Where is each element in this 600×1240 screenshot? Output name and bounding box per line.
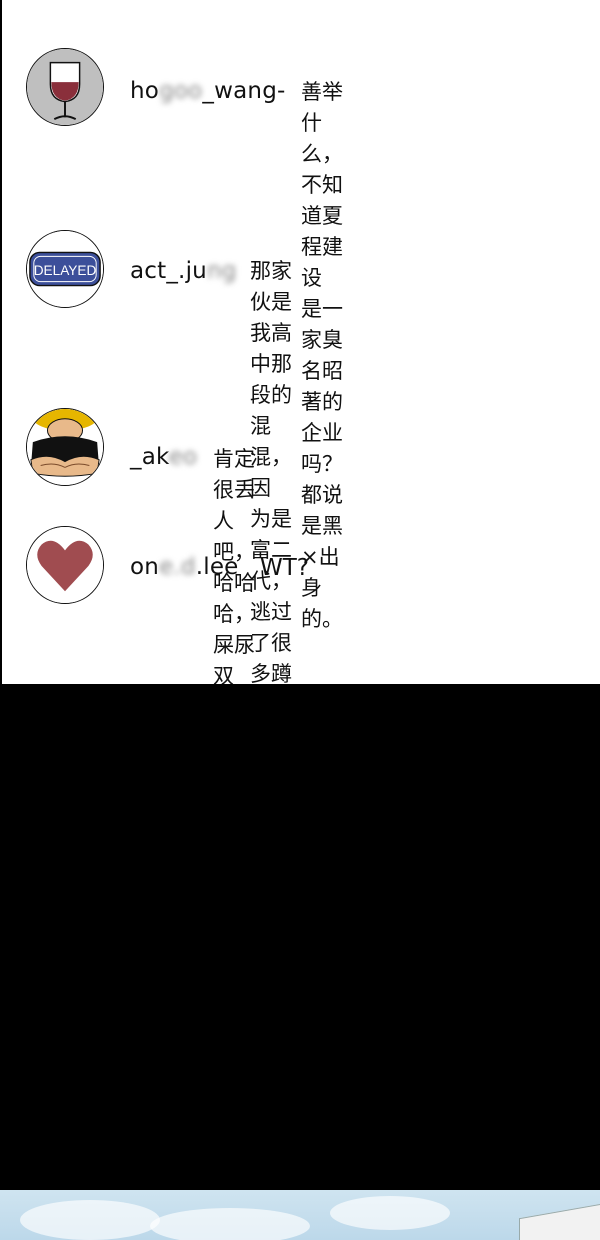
- muscle-man-icon[interactable]: [26, 408, 104, 486]
- delayed-badge-icon[interactable]: DELAYED: [26, 230, 104, 308]
- sky-panel: [0, 1190, 600, 1240]
- black-panel: [0, 684, 600, 1190]
- username-part: ho: [130, 78, 160, 104]
- username-blurred: ng: [206, 258, 237, 284]
- username-part: .lee: [195, 554, 239, 580]
- badge-label: DELAYED: [34, 263, 97, 278]
- username-part: on: [130, 554, 160, 580]
- username[interactable]: one.d.lee: [130, 554, 239, 580]
- cloud: [150, 1208, 310, 1240]
- username[interactable]: act_.jung: [130, 258, 237, 284]
- username-part: _wang-: [202, 78, 286, 104]
- username[interactable]: hogoo_wang-: [130, 78, 286, 104]
- username[interactable]: _akeo: [130, 444, 197, 470]
- building: [519, 1204, 600, 1240]
- wine-glass-icon[interactable]: [26, 48, 104, 126]
- username-part: _ak: [130, 444, 169, 470]
- username-blurred: goo: [159, 78, 203, 104]
- username-part: act_.ju: [130, 258, 207, 284]
- cloud: [20, 1200, 160, 1240]
- comment-panel: hogoo_wang- 善举什么，不知道夏程建设 是一家臭名昭著的企业吗？ 都说…: [0, 0, 600, 812]
- comment-text: WT?: [260, 555, 309, 581]
- comment-text: 善举什么，不知道夏程建设 是一家臭名昭著的企业吗？ 都说是黑×出身的。: [301, 80, 343, 631]
- cloud: [330, 1196, 450, 1230]
- username-blurred: e.d: [159, 554, 196, 580]
- heart-icon[interactable]: [26, 526, 104, 604]
- username-blurred: eo: [168, 444, 198, 470]
